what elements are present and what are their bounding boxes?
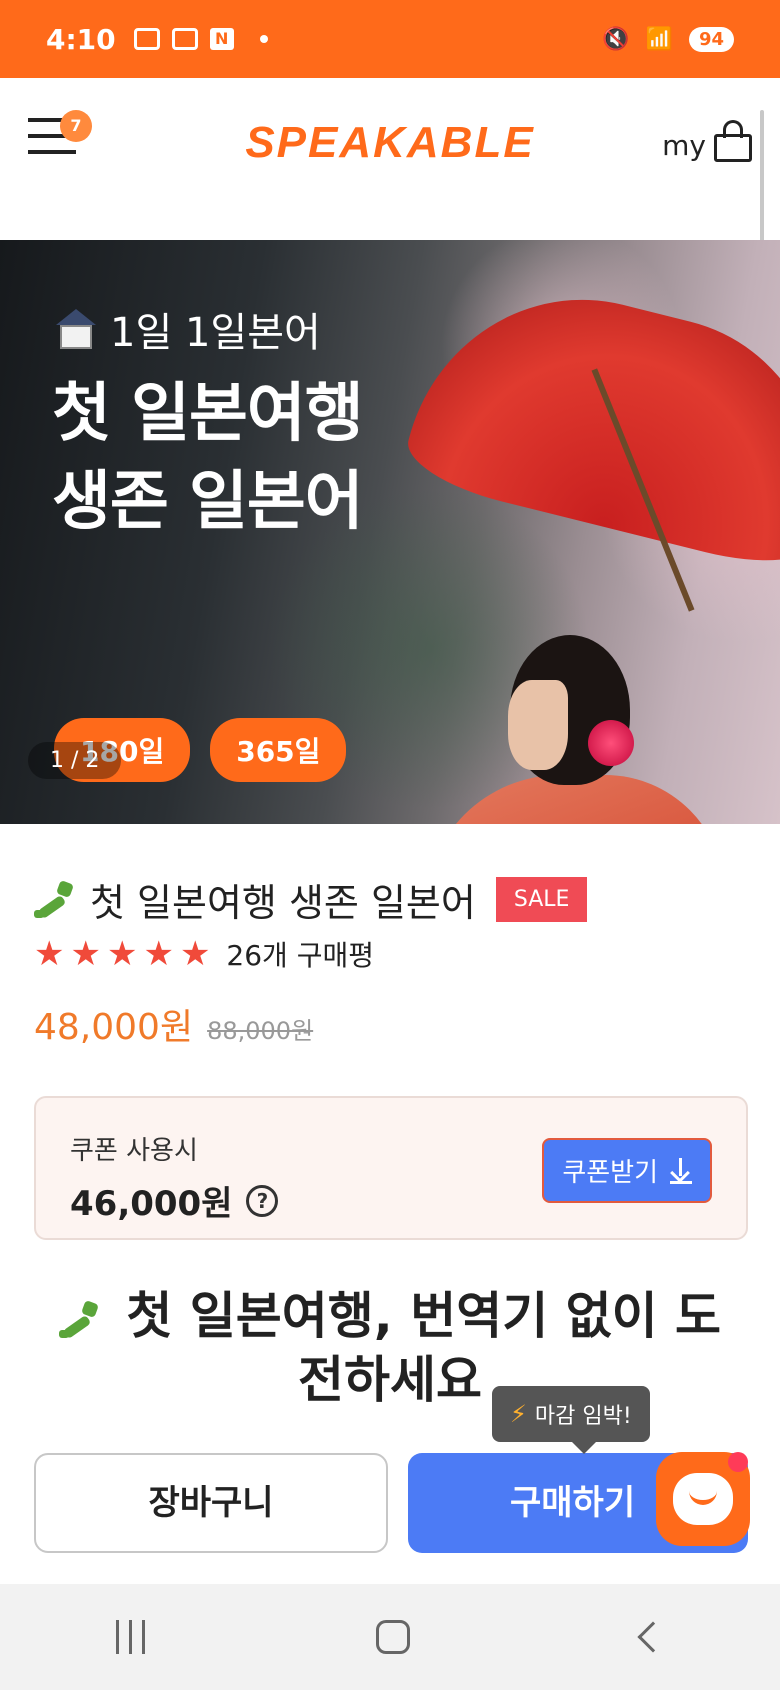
star-icon: ★ [34,934,65,974]
coupon-download-button[interactable]: 쿠폰받기 [542,1138,712,1203]
review-count[interactable]: 26개 구매평 [226,934,374,974]
screenshot-icon [133,28,160,50]
card-icon [171,28,198,50]
naver-icon: N [209,28,234,50]
coupon-button-label: 쿠폰받기 [562,1158,658,1188]
castle-icon [54,309,98,349]
status-bar: 4:10 N 🔇 📶 94 [0,0,780,78]
app-header: 7 SPEAKABLE my [0,78,780,240]
star-icon: ★ [179,934,211,974]
mute-icon: 🔇 [602,26,630,52]
download-icon [670,1157,692,1184]
star-icon: ★ [106,934,138,974]
wifi-icon: 📶 [645,26,673,52]
my-page-button[interactable]: my [662,120,754,162]
product-title-row: 첫 일본여행 생존 일본어 SALE [34,872,588,927]
shopping-bag-icon [712,120,754,162]
notification-icons: N [133,28,268,50]
hero-title-line1: 첫 일본여행 [52,377,364,451]
chat-notification-dot [728,1452,748,1472]
hero-title-line2: 생존 일본어 [52,465,364,539]
deadline-tooltip: ⚡ 마감 임박! [492,1386,650,1454]
hero-title: 첫 일본여행 생존 일본어 [52,370,364,546]
product-title: 첫 일본여행 생존 일본어 [90,881,476,925]
japan-map-icon [34,879,78,920]
coupon-label: 쿠폰 사용시 [70,1136,198,1166]
hero-subtitle: 1일 1일본어 [110,310,321,356]
battery-icon: 94 [688,26,734,52]
slide-counter: 1 / 2 [28,742,122,779]
more-notifications-dot [259,35,268,43]
lightning-icon: ⚡ [510,1400,527,1428]
person-face-image [508,680,568,770]
recent-apps-button[interactable] [115,1620,145,1654]
add-to-cart-button[interactable]: 장바구니 [34,1453,388,1553]
star-icon: ★ [70,934,101,974]
hero-subtitle-row: 1일 1일본어 [54,300,321,358]
home-button[interactable] [376,1620,411,1654]
coupon-price-row: 46,000원 ? [70,1176,279,1225]
star-icon: ★ [143,934,174,974]
status-time: 4:10 [46,22,116,56]
scrollbar[interactable] [760,110,764,260]
sale-badge: SALE [495,877,588,922]
status-right: 🔇 📶 94 [602,26,734,52]
chat-icon [673,1473,733,1525]
coupon-price: 46,000원 [70,1184,233,1224]
back-button[interactable] [637,1621,669,1653]
chip-365-days[interactable]: 365일 [210,718,347,782]
coupon-box: 쿠폰 사용시 46,000원 ? 쿠폰받기 [34,1096,748,1240]
tooltip-text: 마감 임박! [534,1404,632,1429]
my-label: my [662,129,706,162]
price-row: 48,000원 88,000원 [34,998,313,1050]
system-nav-bar [0,1584,780,1690]
sale-price: 48,000원 [34,1007,194,1048]
japan-map-icon [58,1299,103,1340]
rating-row[interactable]: ★ ★ ★ ★ ★ 26개 구매평 [34,934,374,974]
help-icon[interactable]: ? [246,1184,279,1217]
original-price: 88,000원 [207,1017,314,1045]
flower-image [588,720,634,766]
